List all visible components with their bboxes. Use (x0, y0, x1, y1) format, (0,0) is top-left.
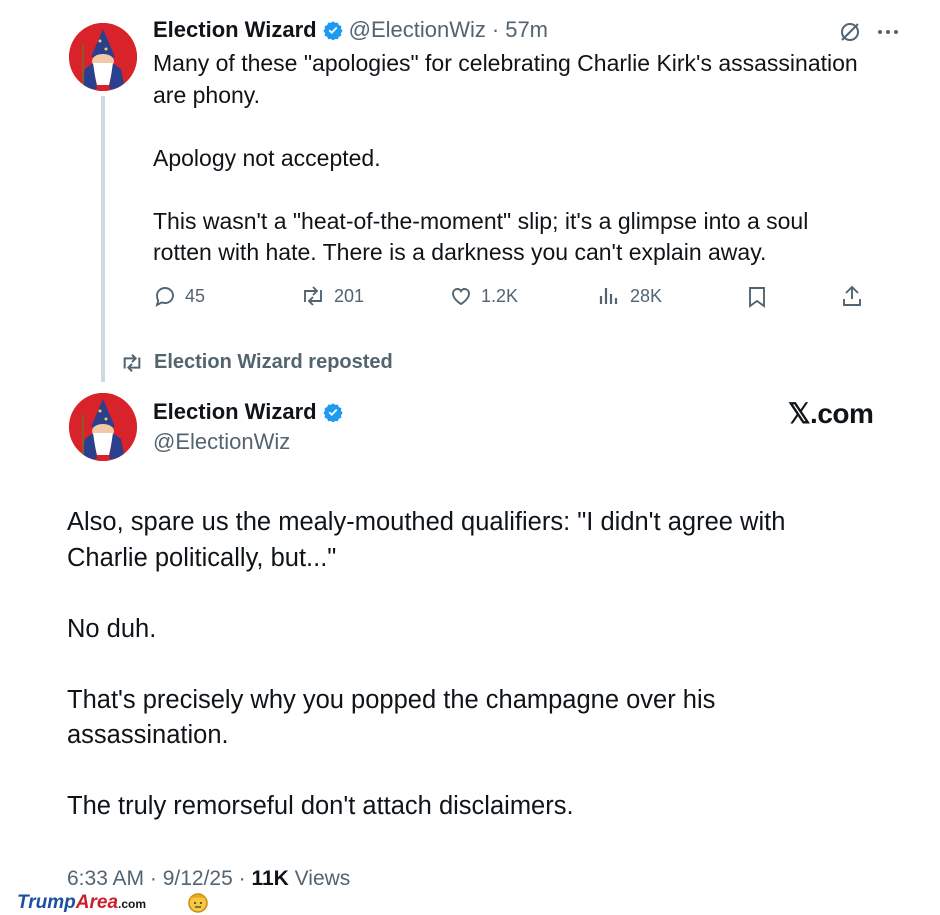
reply-button[interactable]: 45 (153, 284, 205, 308)
author-handle[interactable]: @ElectionWiz (349, 17, 486, 43)
repost-indicator: Election Wizard reposted (120, 351, 393, 374)
share-icon[interactable] (840, 284, 864, 308)
bookmark-icon[interactable] (746, 285, 768, 309)
post-timestamp[interactable]: 6:33 AM · 9/12/25 · (67, 867, 251, 890)
tweet2-header: Election Wizard (153, 399, 343, 425)
avatar[interactable] (69, 23, 137, 91)
repost-count: 201 (334, 285, 365, 306)
watermark-part3: .com (118, 897, 147, 911)
views-icon (599, 288, 618, 304)
author-name[interactable]: Election Wizard (153, 399, 317, 425)
tweet1-text: Many of these "apologies" for celebratin… (153, 50, 858, 265)
x-brand-logo: 𝕏.com (788, 398, 874, 429)
repost-button[interactable]: 201 (300, 284, 364, 308)
tweet2-meta: 6:33 AM · 9/12/25 · 11K Views (67, 867, 350, 891)
verified-badge-icon (322, 403, 343, 422)
author-handle[interactable]: @ElectionWiz (153, 429, 290, 455)
like-icon (452, 288, 470, 306)
watermark-part1: Trump (17, 892, 76, 913)
tweet1-header: Election Wizard @ElectionWiz · 57m (153, 17, 548, 43)
separator-dot: · (491, 17, 500, 42)
reply-count: 45 (185, 285, 206, 306)
repost-icon (304, 286, 322, 306)
repost-label[interactable]: Election Wizard reposted (154, 351, 393, 374)
more-icon[interactable] (876, 20, 900, 44)
trump-face-icon (188, 893, 208, 913)
wizard-avatar-icon (69, 393, 137, 461)
views-count: 11K (251, 867, 289, 890)
views-count: 28K (630, 285, 663, 306)
watermark: Trump Area .com (17, 892, 146, 914)
tweet2-text: Also, spare us the mealy-mouthed qualifi… (67, 508, 786, 820)
verified-badge-icon (322, 21, 343, 40)
post-time[interactable]: 57m (505, 17, 548, 43)
views-button[interactable]: 28K (598, 284, 662, 308)
views-label: Views (288, 867, 351, 890)
reply-icon (155, 287, 174, 307)
watermark-part2: Area (75, 892, 119, 913)
avatar[interactable] (69, 393, 137, 461)
thread-line (101, 96, 105, 382)
wizard-avatar-icon (69, 23, 137, 91)
like-button[interactable]: 1.2K (449, 284, 518, 308)
grok-icon[interactable] (838, 20, 862, 44)
author-name[interactable]: Election Wizard (153, 17, 317, 43)
like-count: 1.2K (481, 285, 519, 306)
repost-icon (123, 353, 141, 372)
